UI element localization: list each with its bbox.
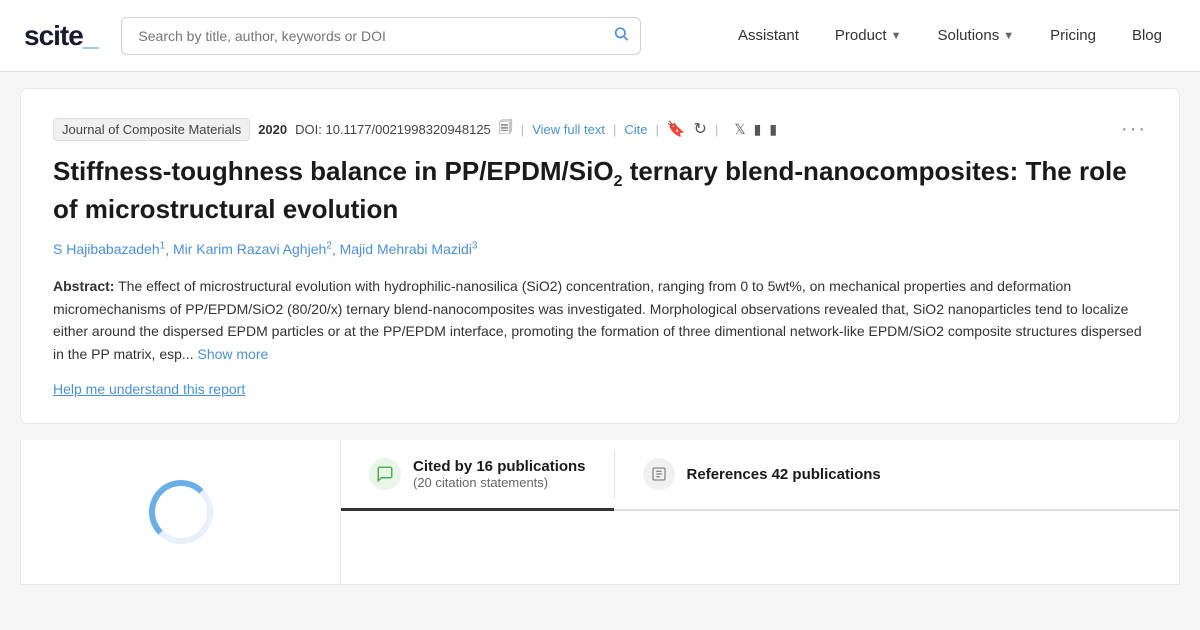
loading-spinner (149, 480, 213, 544)
view-full-text-link[interactable]: View full text (532, 122, 605, 137)
search-input[interactable] (121, 17, 641, 55)
refresh-icon[interactable]: ↻ (694, 119, 707, 139)
tab-cited-by-text: Cited by 16 publications (20 citation st… (413, 458, 586, 490)
more-options-button[interactable]: ··· (1121, 118, 1147, 141)
cited-by-icon (369, 458, 401, 490)
help-link[interactable]: Help me understand this report (53, 381, 245, 397)
author-2[interactable]: Mir Karim Razavi Aghjeh2 (173, 241, 332, 257)
abstract-label: Abstract: (53, 278, 114, 294)
search-bar (121, 17, 641, 55)
cite-link[interactable]: Cite (624, 122, 647, 137)
navbar: scite_ Assistant Product ▼ Solutions ▼ P… (0, 0, 1200, 72)
nav-items: Assistant Product ▼ Solutions ▼ Pricing … (724, 19, 1176, 52)
author-1[interactable]: S Hajibabazadeh1 (53, 241, 165, 257)
authors: S Hajibabazadeh1, Mir Karim Razavi Aghje… (53, 241, 1147, 258)
nav-blog[interactable]: Blog (1118, 19, 1176, 52)
chevron-down-icon: ▼ (891, 30, 902, 42)
tabs-panel: Cited by 16 publications (20 citation st… (341, 440, 1179, 584)
abstract: Abstract: The effect of microstructural … (53, 275, 1147, 365)
linkedin-icon[interactable]: ▮ (769, 121, 777, 138)
nav-solutions[interactable]: Solutions ▼ (924, 19, 1029, 52)
search-icon[interactable] (613, 25, 629, 46)
twitter-icon[interactable]: 𝕏 (734, 121, 745, 138)
year: 2020 (258, 122, 287, 137)
nav-product[interactable]: Product ▼ (821, 19, 916, 52)
nav-assistant[interactable]: Assistant (724, 19, 813, 52)
journal-name: Journal of Composite Materials (53, 118, 250, 141)
tab-references[interactable]: References 42 publications (615, 440, 909, 511)
copy-icon[interactable]: 🗐 (499, 117, 513, 141)
tabs-row: Cited by 16 publications (20 citation st… (341, 440, 1179, 511)
nav-pricing[interactable]: Pricing (1036, 19, 1110, 52)
paper-card: Journal of Composite Materials 2020 DOI:… (20, 88, 1180, 424)
logo[interactable]: scite_ (24, 20, 97, 52)
chevron-down-icon: ▼ (1003, 30, 1014, 42)
facebook-icon[interactable]: ▮ (754, 121, 762, 138)
author-3[interactable]: Majid Mehrabi Mazidi3 (340, 241, 478, 257)
doi-label: DOI: 10.1177/0021998320948125 (295, 122, 491, 137)
tab-references-text: References 42 publications (687, 466, 881, 483)
bookmark-icon[interactable]: 🔖 (667, 120, 686, 138)
tab-cited-by[interactable]: Cited by 16 publications (20 citation st… (341, 440, 614, 511)
meta-row: Journal of Composite Materials 2020 DOI:… (53, 117, 1147, 141)
spinner-panel (21, 440, 341, 584)
paper-title: Stiffness-toughness balance in PP/EPDM/S… (53, 155, 1147, 227)
bottom-section: Cited by 16 publications (20 citation st… (20, 440, 1180, 585)
references-icon (643, 458, 675, 490)
show-more-link[interactable]: Show more (197, 346, 268, 362)
social-icons: 𝕏 ▮ ▮ (734, 121, 777, 138)
